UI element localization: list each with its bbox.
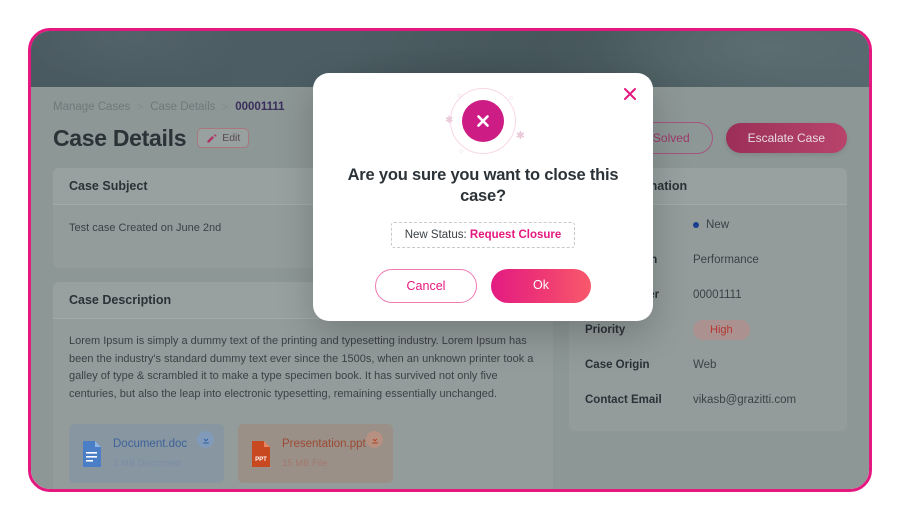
info-value: 00001111 bbox=[693, 289, 742, 301]
modal-actions: Cancel Ok bbox=[313, 269, 653, 303]
status-badge: High bbox=[693, 320, 750, 340]
app-frame: Manage Cases > Case Details > 00001111 C… bbox=[28, 28, 872, 492]
sparkle-decoration: ○ bbox=[457, 91, 462, 100]
breadcrumb-item-manage-cases[interactable]: Manage Cases bbox=[53, 101, 130, 113]
breadcrumb-separator: > bbox=[137, 102, 143, 113]
info-value: High bbox=[693, 320, 750, 340]
attachment-name: Document.doc bbox=[113, 438, 187, 450]
info-label: Contact Email bbox=[585, 394, 693, 406]
sparkle-decoration: ○ bbox=[509, 95, 513, 102]
page-title: Case Details bbox=[53, 125, 186, 152]
new-status-box: New Status: Request Closure bbox=[391, 222, 576, 248]
download-icon[interactable] bbox=[366, 431, 383, 448]
info-value: Web bbox=[693, 359, 716, 371]
word-document-icon bbox=[81, 440, 103, 468]
attachment-list: Document.doc 2 MB Document bbox=[69, 424, 537, 483]
info-value: vikasb@grazitti.com bbox=[693, 394, 796, 406]
case-description-text: Lorem Ipsum is simply a dummy text of th… bbox=[69, 333, 537, 404]
info-label: Priority bbox=[585, 324, 693, 336]
attachment-name: Presentation.ppt bbox=[282, 438, 366, 450]
sparkle-decoration: ✱ bbox=[445, 115, 453, 126]
sparkle-decoration: ✱ bbox=[516, 129, 525, 142]
alert-circle bbox=[462, 100, 504, 142]
attachment-size: 15 MB File bbox=[282, 456, 366, 471]
attachment-meta-document: Document.doc 2 MB Document bbox=[113, 436, 187, 471]
breadcrumb-item-case-number: 00001111 bbox=[235, 101, 284, 113]
edit-button[interactable]: Edit bbox=[197, 128, 249, 148]
status-dot-icon bbox=[693, 222, 699, 228]
info-value-text: New bbox=[706, 219, 729, 231]
svg-text:PPT: PPT bbox=[255, 457, 267, 463]
breadcrumb-separator: > bbox=[222, 102, 228, 113]
title-left-group: Case Details Edit bbox=[53, 125, 249, 152]
modal-title: Are you sure you want to close this case… bbox=[313, 157, 653, 208]
download-icon[interactable] bbox=[197, 431, 214, 448]
edit-pencil-icon bbox=[206, 133, 217, 144]
escalate-case-button[interactable]: Escalate Case bbox=[726, 123, 847, 153]
powerpoint-file-icon: PPT bbox=[250, 440, 272, 468]
edit-button-label: Edit bbox=[222, 132, 240, 144]
new-status-label: New Status: bbox=[405, 229, 467, 241]
case-description-body-wrap: Lorem Ipsum is simply a dummy text of th… bbox=[53, 319, 553, 492]
info-label: Case Origin bbox=[585, 359, 693, 371]
circle-x-alert-icon: ✱ ✱ ○ ○ ○ bbox=[437, 85, 529, 157]
table-row: Case Origin Web bbox=[585, 347, 831, 382]
attachment-size: 2 MB Document bbox=[113, 456, 187, 471]
screen-root: Manage Cases > Case Details > 00001111 C… bbox=[0, 0, 900, 520]
confirm-close-case-modal: ✱ ✱ ○ ○ ○ Are you sure you want to close… bbox=[313, 73, 653, 321]
close-x-icon[interactable] bbox=[621, 85, 639, 103]
new-status-value: Request Closure bbox=[470, 229, 561, 241]
table-row: Contact Email vikasb@grazitti.com bbox=[585, 382, 831, 417]
info-value: Performance bbox=[693, 254, 759, 266]
sparkle-decoration: ○ bbox=[459, 148, 463, 155]
cancel-button[interactable]: Cancel bbox=[375, 269, 477, 303]
attachment-item-presentation[interactable]: PPT Presentation.ppt 15 MB File bbox=[238, 424, 393, 483]
attachment-item-document[interactable]: Document.doc 2 MB Document bbox=[69, 424, 224, 483]
breadcrumb-item-case-details[interactable]: Case Details bbox=[150, 101, 215, 113]
ok-button[interactable]: Ok bbox=[491, 269, 591, 303]
info-value: New bbox=[693, 219, 729, 231]
attachment-meta-presentation: Presentation.ppt 15 MB File bbox=[282, 436, 366, 471]
